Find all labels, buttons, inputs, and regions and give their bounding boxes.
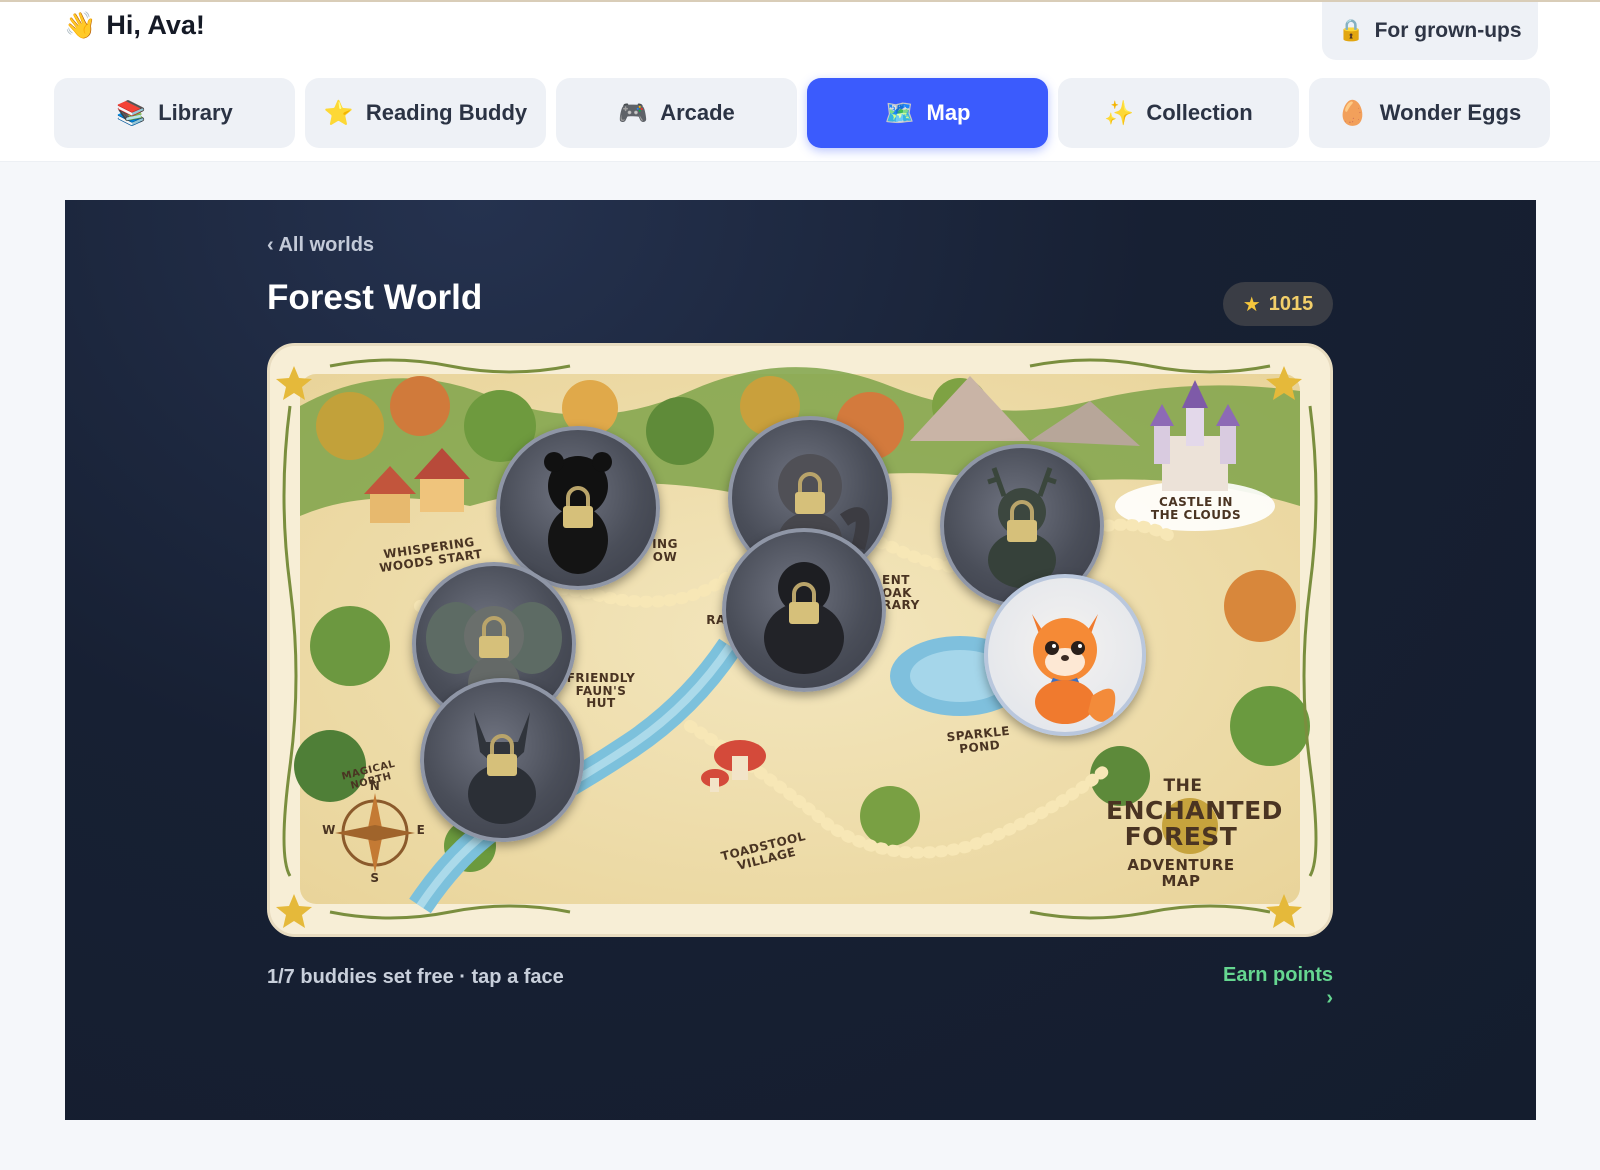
main-tabs: 📚 Library ⭐ Reading Buddy 🎮 Arcade 🗺️ Ma… — [54, 78, 1550, 148]
gamepad-icon: 🎮 — [618, 99, 649, 127]
map-icon: 🗺️ — [884, 99, 915, 127]
tab-label: Wonder Eggs — [1379, 100, 1522, 125]
all-worlds-link[interactable]: ‹ All worlds — [267, 234, 374, 257]
points-badge: ★ 1015 — [1223, 282, 1333, 326]
lock-icon — [789, 582, 819, 624]
for-grownups-button[interactable]: 🔒 For grown-ups — [1322, 2, 1538, 60]
egg-icon: 🥚 — [1337, 99, 1368, 127]
waving-hand-icon: 👋 — [64, 10, 97, 40]
buddies-progress: 1/7 buddies set free · tap a face — [267, 966, 564, 988]
lock-icon: 🔒 — [1338, 19, 1365, 42]
tab-arcade[interactable]: 🎮 Arcade — [556, 78, 797, 148]
buddy-wolf[interactable] — [420, 678, 584, 842]
earn-points-link[interactable]: Earn points › — [1215, 964, 1333, 1010]
map-label-library: ent Oak rary — [882, 573, 920, 613]
compass-n: N — [369, 779, 381, 793]
books-icon: 📚 — [116, 99, 147, 127]
tab-label: Arcade — [660, 100, 735, 125]
world-title: Forest World — [267, 278, 483, 317]
greeting: 👋 Hi, Ava! — [64, 10, 205, 41]
map-title-the: The — [1163, 776, 1203, 796]
map-title-main: Enchanted Forest — [1106, 796, 1283, 852]
tab-collection[interactable]: ✨ Collection — [1058, 78, 1299, 148]
tab-library[interactable]: 📚 Library — [54, 78, 295, 148]
world-panel: ‹ All worlds Forest World ★ 1015 WHISPER… — [65, 200, 1536, 1120]
tab-label: Collection — [1146, 100, 1253, 125]
tab-wonder-eggs[interactable]: 🥚 Wonder Eggs — [1309, 78, 1550, 148]
tab-label: Map — [926, 100, 971, 125]
tab-reading-buddy[interactable]: ⭐ Reading Buddy — [305, 78, 546, 148]
app-header: 👋 Hi, Ava! 🔒 For grown-ups 📚 Library ⭐ R… — [0, 2, 1600, 162]
buddy-fox[interactable] — [984, 574, 1146, 736]
for-grownups-label: For grown-ups — [1374, 19, 1522, 42]
tab-label: Library — [158, 100, 233, 125]
map-label-castle: Castle in the Clouds — [1150, 495, 1242, 522]
greeting-text: Hi, Ava! — [106, 10, 205, 40]
star-icon: ⭐ — [323, 99, 354, 127]
lock-icon — [563, 486, 593, 528]
tab-map[interactable]: 🗺️ Map — [807, 78, 1048, 148]
points-value: 1015 — [1268, 292, 1314, 315]
buddy-gorilla[interactable] — [722, 528, 886, 692]
lock-icon — [487, 734, 517, 776]
star-icon: ★ — [1242, 293, 1261, 316]
fox-character — [1032, 614, 1116, 724]
map-title-sub: Adventure Map — [1127, 856, 1235, 890]
forest-map: Whispering Woods Start ing ow ent Oak ra… — [267, 343, 1333, 937]
compass-s: S — [370, 871, 380, 885]
sparkles-icon: ✨ — [1104, 99, 1135, 127]
compass-w: W — [322, 823, 336, 837]
tab-label: Reading Buddy — [365, 100, 528, 125]
